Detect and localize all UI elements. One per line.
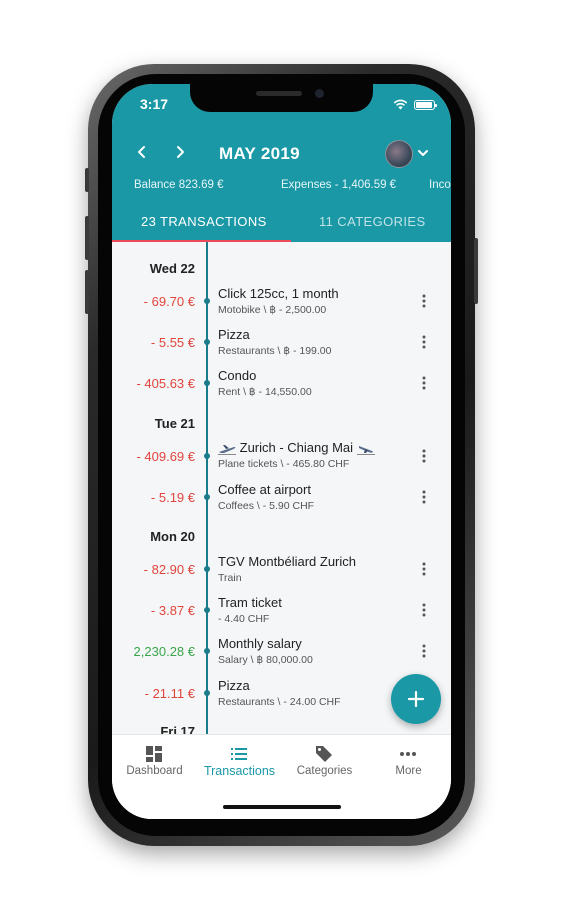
power-button xyxy=(474,238,478,304)
transaction-subtitle: Motobike \ ฿ - 2,500.00 xyxy=(218,304,327,316)
transaction-subtitle: Restaurants \ - 24.00 CHF xyxy=(218,696,341,708)
timeline-dot xyxy=(204,380,210,386)
timeline-dot xyxy=(204,453,210,459)
mute-switch xyxy=(85,168,89,192)
balance-summary: Balance 823.69 € xyxy=(134,179,224,191)
transaction-title[interactable]: Tram ticket xyxy=(218,595,282,610)
transaction-amount: - 82.90 € xyxy=(143,562,195,577)
battery-icon xyxy=(414,99,437,110)
transaction-title[interactable]: Pizza xyxy=(218,678,250,693)
more-vertical-icon[interactable] xyxy=(419,375,429,391)
transaction-title[interactable]: Click 125cc, 1 month xyxy=(218,286,339,301)
expenses-summary: Expenses - 1,406.59 € xyxy=(281,179,397,191)
month-title[interactable]: MAY 2019 xyxy=(219,144,300,164)
chevron-right-icon[interactable] xyxy=(170,142,190,162)
more-vertical-icon[interactable] xyxy=(419,643,429,659)
nav-label: Transactions xyxy=(203,764,276,778)
app-header: 3:17 MAY 2019 Balance 823.69 € Expenses … xyxy=(112,84,451,242)
tab-categories[interactable]: 11 CATEGORIES xyxy=(319,214,426,229)
timeline-dot xyxy=(204,339,210,345)
day-header: Mon 20 xyxy=(150,529,195,544)
transaction-amount: - 5.19 € xyxy=(150,490,195,505)
add-transaction-button[interactable] xyxy=(391,674,441,724)
timeline-dot xyxy=(204,607,210,613)
chevron-left-icon[interactable] xyxy=(132,142,152,162)
more-vertical-icon[interactable] xyxy=(419,602,429,618)
bottom-navigation: Dashboard Transactions Categories More xyxy=(112,734,451,819)
nav-label: Dashboard xyxy=(126,765,183,777)
transaction-title-row[interactable]: Zurich - Chiang Mai xyxy=(218,440,375,455)
nav-dashboard[interactable]: Dashboard xyxy=(112,735,197,785)
transaction-amount: - 21.11 € xyxy=(144,686,195,701)
list-icon xyxy=(231,748,247,760)
timeline-dot xyxy=(204,690,210,696)
transaction-subtitle: Train xyxy=(218,572,242,584)
notch xyxy=(190,84,373,112)
camera xyxy=(315,89,324,98)
day-header: Fri 17 xyxy=(160,724,195,734)
more-vertical-icon[interactable] xyxy=(419,293,429,309)
day-header: Wed 22 xyxy=(149,261,195,276)
status-icons xyxy=(393,99,437,110)
more-vertical-icon[interactable] xyxy=(419,448,429,464)
transaction-subtitle: - 4.40 CHF xyxy=(218,613,270,625)
transaction-title[interactable]: Monthly salary xyxy=(218,636,302,651)
income-summary: Inco xyxy=(429,179,451,191)
transaction-title[interactable]: TGV Montbéliard Zurich xyxy=(218,554,356,569)
transaction-title[interactable]: Pizza xyxy=(218,327,250,342)
transaction-title[interactable]: Coffee at airport xyxy=(218,482,311,497)
tab-bar: 23 TRANSACTIONS 11 CATEGORIES xyxy=(112,202,451,242)
speaker xyxy=(256,91,302,96)
transaction-title: Zurich - Chiang Mai xyxy=(239,440,354,455)
more-vertical-icon[interactable] xyxy=(419,561,429,577)
more-vertical-icon[interactable] xyxy=(419,489,429,505)
transaction-subtitle: Salary \ ฿ 80,000.00 xyxy=(218,654,313,666)
more-vertical-icon[interactable] xyxy=(419,334,429,350)
chevron-down-icon[interactable] xyxy=(416,146,430,160)
transaction-amount: - 3.87 € xyxy=(150,603,195,618)
wifi-icon xyxy=(393,99,408,110)
dashboard-icon xyxy=(146,746,162,762)
airplane-arrival-icon xyxy=(356,445,375,455)
nav-label: More xyxy=(395,765,422,777)
day-header: Tue 21 xyxy=(154,416,195,431)
nav-categories[interactable]: Categories xyxy=(282,735,367,785)
avatar[interactable] xyxy=(385,140,413,168)
home-indicator xyxy=(223,805,341,809)
transaction-subtitle: Rent \ ฿ - 14,550.00 xyxy=(218,386,312,398)
volume-up-button xyxy=(85,216,89,260)
tab-transactions[interactable]: 23 TRANSACTIONS xyxy=(141,214,267,229)
timeline-dot xyxy=(204,648,210,654)
transaction-amount: 2,230.28 € xyxy=(133,644,195,659)
nav-transactions[interactable]: Transactions xyxy=(197,735,282,785)
transaction-title[interactable]: Condo xyxy=(218,368,256,383)
timeline-dot xyxy=(204,298,210,304)
transaction-amount: - 405.63 € xyxy=(136,376,195,391)
plus-icon xyxy=(407,690,425,708)
transaction-subtitle: Plane tickets \ - 465.80 CHF xyxy=(218,458,350,470)
timeline-dot xyxy=(204,494,210,500)
transaction-subtitle: Restaurants \ ฿ - 199.00 xyxy=(218,345,332,357)
status-time: 3:17 xyxy=(140,96,169,112)
airplane-departure-icon xyxy=(218,444,236,455)
tag-icon xyxy=(316,746,332,762)
timeline-line xyxy=(206,242,208,734)
timeline-dot xyxy=(204,566,210,572)
transaction-amount: - 69.70 € xyxy=(143,294,195,309)
nav-more[interactable]: More xyxy=(366,735,451,785)
volume-down-button xyxy=(85,270,89,314)
app-screen: 3:17 MAY 2019 Balance 823.69 € Expenses … xyxy=(112,84,451,819)
more-horizontal-icon xyxy=(400,752,416,756)
transaction-amount: - 5.55 € xyxy=(150,335,195,350)
transaction-subtitle: Coffees \ - 5.90 CHF xyxy=(218,500,315,512)
transaction-amount: - 409.69 € xyxy=(136,449,195,464)
nav-label: Categories xyxy=(296,765,353,777)
transaction-list[interactable]: Wed 22 - 69.70 € Click 125cc, 1 month Mo… xyxy=(112,242,451,734)
